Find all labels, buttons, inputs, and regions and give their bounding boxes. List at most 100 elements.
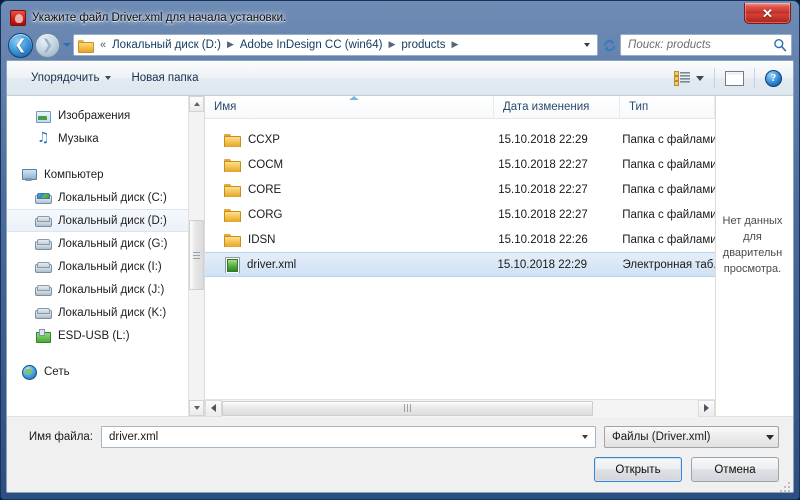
file-list-rows: CCXP 15.10.2018 22:29 Папка с файлами CO… bbox=[205, 119, 715, 399]
file-name: CORG bbox=[248, 208, 283, 221]
help-button[interactable]: ? bbox=[760, 67, 787, 90]
navigation-pane-scrollbar[interactable] bbox=[188, 96, 204, 416]
table-row[interactable]: CORG 15.10.2018 22:27 Папка с файлами bbox=[205, 202, 715, 227]
search-input[interactable]: Поиск: products bbox=[620, 34, 792, 56]
scrollbar-track[interactable] bbox=[222, 399, 698, 417]
sidebar-item-label: Локальный диск (I:) bbox=[58, 260, 162, 273]
sidebar-item-drive-g[interactable]: Локальный диск (G:) bbox=[7, 232, 188, 255]
scroll-up-button[interactable] bbox=[189, 96, 204, 112]
breadcrumb-item-adobe[interactable]: Adobe InDesign CC (win64) bbox=[238, 37, 385, 53]
file-type: Папка с файлами bbox=[622, 208, 715, 221]
address-bar: ❮ ❯ « Локальный диск (D:) ▶ Adobe InDesi… bbox=[6, 30, 794, 60]
table-row[interactable]: CCXP 15.10.2018 22:29 Папка с файлами bbox=[205, 127, 715, 152]
chevron-up-icon bbox=[193, 102, 200, 106]
history-dropdown-button[interactable] bbox=[60, 33, 73, 58]
scrollbar-thumb[interactable] bbox=[189, 220, 204, 290]
drive-icon bbox=[35, 305, 52, 321]
refresh-button[interactable] bbox=[598, 34, 620, 56]
drive-icon bbox=[35, 236, 52, 252]
table-row[interactable]: CORE 15.10.2018 22:27 Папка с файлами bbox=[205, 177, 715, 202]
column-header-type[interactable]: Тип bbox=[620, 95, 715, 119]
filename-label: Имя файла: bbox=[28, 431, 93, 443]
breadcrumb-dropdown-button[interactable] bbox=[579, 35, 595, 55]
scrollbar-thumb[interactable] bbox=[222, 400, 594, 416]
breadcrumb-overflow-icon[interactable]: « bbox=[96, 39, 110, 51]
new-folder-label: Новая папка bbox=[131, 72, 199, 84]
file-list-horizontal-scrollbar[interactable] bbox=[205, 399, 715, 417]
breadcrumb-item-products[interactable]: products bbox=[399, 37, 447, 53]
filename-row: Имя файла: driver.xml Файлы (Driver.xml) bbox=[21, 426, 779, 448]
sidebar-item-drive-k[interactable]: Локальный диск (K:) bbox=[7, 301, 188, 324]
sidebar-item-network[interactable]: Сеть bbox=[7, 360, 188, 383]
file-type: Папка с файлами bbox=[622, 158, 715, 171]
table-row[interactable]: IDSN 15.10.2018 22:26 Папка с файлами bbox=[205, 227, 715, 252]
breadcrumb[interactable]: « Локальный диск (D:) ▶ Adobe InDesign C… bbox=[73, 34, 598, 56]
file-type: Папка с файлами bbox=[622, 133, 715, 146]
chevron-right-icon bbox=[704, 404, 709, 412]
pictures-icon bbox=[35, 108, 51, 124]
refresh-icon bbox=[603, 39, 615, 51]
preview-pane-toggle-button[interactable] bbox=[720, 68, 749, 89]
forward-button[interactable]: ❯ bbox=[35, 32, 60, 58]
grip-icon bbox=[193, 251, 200, 259]
back-arrow-icon: ❮ bbox=[14, 37, 27, 53]
file-date: 15.10.2018 22:29 bbox=[497, 258, 588, 271]
sidebar-item-music[interactable]: Музыка bbox=[7, 127, 188, 150]
sidebar-item-label: Музыка bbox=[58, 132, 99, 145]
new-folder-button[interactable]: Новая папка bbox=[121, 68, 208, 88]
close-icon: ✕ bbox=[762, 5, 773, 21]
breadcrumb-separator-icon: ▶ bbox=[388, 40, 396, 50]
search-placeholder: Поиск: products bbox=[628, 39, 711, 51]
navigation-pane: Изображения Музыка Компьютер Локальный д… bbox=[7, 96, 204, 416]
help-glyph: ? bbox=[770, 71, 777, 84]
scroll-down-button[interactable] bbox=[189, 400, 204, 416]
filename-input[interactable]: driver.xml bbox=[101, 426, 596, 448]
folder-icon bbox=[224, 233, 241, 247]
folder-icon bbox=[78, 39, 94, 53]
file-date: 15.10.2018 22:29 bbox=[498, 133, 588, 146]
table-row-selected[interactable]: driver.xml 15.10.2018 22:29 Электронная … bbox=[205, 252, 715, 277]
folder-icon bbox=[224, 208, 241, 222]
open-button[interactable]: Открыть bbox=[594, 457, 682, 482]
toolbar-divider bbox=[754, 68, 755, 88]
file-type-select[interactable]: Файлы (Driver.xml) bbox=[604, 426, 779, 448]
scroll-left-button[interactable] bbox=[205, 399, 222, 417]
column-header-date[interactable]: Дата изменения bbox=[494, 95, 620, 119]
table-row[interactable]: COCM 15.10.2018 22:27 Папка с файлами bbox=[205, 152, 715, 177]
toolbar-divider bbox=[714, 68, 715, 88]
back-button[interactable]: ❮ bbox=[8, 32, 33, 58]
dialog-body: Изображения Музыка Компьютер Локальный д… bbox=[7, 95, 793, 417]
sidebar-item-drive-j[interactable]: Локальный диск (J:) bbox=[7, 278, 188, 301]
filename-history-button[interactable] bbox=[577, 435, 592, 439]
organize-menu-button[interactable]: Упорядочить bbox=[21, 68, 121, 88]
sidebar-item-esd-usb[interactable]: ESD-USB (L:) bbox=[7, 324, 188, 347]
title-bar: Укажите файл Driver.xml для начала устан… bbox=[6, 3, 794, 30]
sidebar-item-drive-d[interactable]: Локальный диск (D:) bbox=[7, 209, 188, 232]
dialog-footer: Имя файла: driver.xml Файлы (Driver.xml)… bbox=[7, 416, 793, 492]
file-date: 15.10.2018 22:26 bbox=[498, 233, 588, 246]
preview-pane-icon bbox=[725, 70, 744, 86]
folder-icon bbox=[224, 183, 241, 197]
sidebar-item-computer[interactable]: Компьютер bbox=[7, 163, 188, 186]
cancel-button[interactable]: Отмена bbox=[691, 457, 779, 482]
computer-icon bbox=[21, 167, 37, 183]
file-list-pane: Имя Дата изменения Тип CCXP 15.10.2018 2… bbox=[205, 95, 715, 417]
chevron-down-icon bbox=[62, 43, 71, 47]
view-mode-button[interactable] bbox=[669, 68, 709, 89]
file-name: IDSN bbox=[248, 233, 276, 246]
filename-value: driver.xml bbox=[109, 431, 159, 443]
chevron-down-icon bbox=[193, 406, 200, 410]
scrollbar-track[interactable] bbox=[189, 112, 204, 400]
close-button[interactable]: ✕ bbox=[744, 3, 791, 24]
sidebar-item-pictures[interactable]: Изображения bbox=[7, 104, 188, 127]
breadcrumb-separator-icon: ▶ bbox=[451, 40, 459, 50]
sidebar-item-label: Локальный диск (G:) bbox=[58, 237, 168, 250]
dialog-buttons: Открыть Отмена bbox=[21, 457, 779, 482]
file-name: COCM bbox=[248, 158, 284, 171]
sidebar-item-drive-i[interactable]: Локальный диск (I:) bbox=[7, 255, 188, 278]
sidebar-item-drive-c[interactable]: Локальный диск (C:) bbox=[7, 186, 188, 209]
breadcrumb-item-drive[interactable]: Локальный диск (D:) bbox=[110, 37, 223, 53]
scroll-right-button[interactable] bbox=[698, 399, 715, 417]
open-button-label: Открыть bbox=[615, 463, 661, 476]
